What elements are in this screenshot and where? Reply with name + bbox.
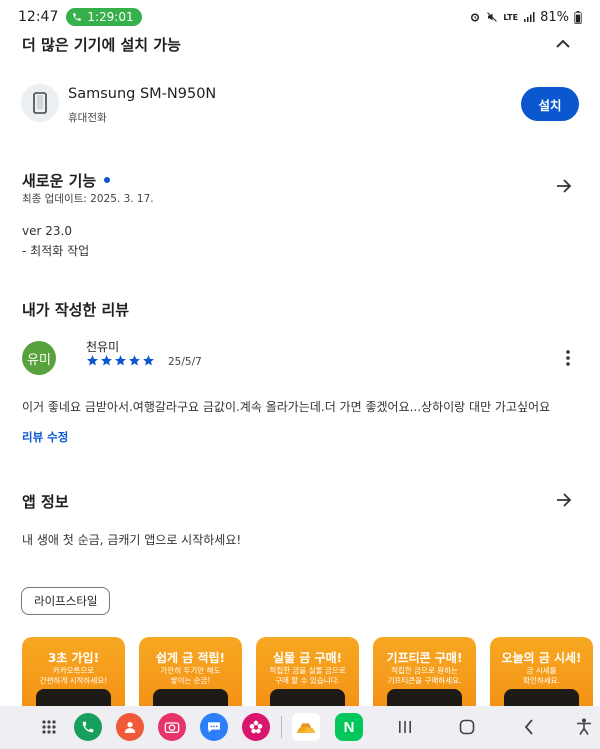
my-review-title: 내가 작성한 리뷰	[22, 301, 130, 319]
screenshot-card[interactable]: 기프티콘 구매! 적립한 금으로 원하는 기프티콘을 구매하세요.	[373, 637, 476, 717]
whats-new-label: 새로운 기능	[22, 172, 97, 190]
taskbar-divider	[281, 716, 282, 738]
call-timer-pill[interactable]: 1:29:01	[66, 8, 142, 26]
star-icon	[143, 355, 154, 366]
gallery-app-icon[interactable]	[242, 713, 270, 741]
screenshot-subtitle-line: 가만히 두기만 해도	[160, 666, 221, 675]
screenshot-title: 실물 금 구매!	[272, 651, 343, 665]
call-duration: 1:29:01	[87, 10, 134, 24]
install-button[interactable]: 설치	[521, 87, 579, 121]
person-glyph	[124, 722, 136, 733]
accessibility-button[interactable]	[572, 716, 596, 738]
screenshot-subtitle: 카카오톡으로 간편하게 시작하세요!	[22, 666, 125, 686]
app-info-arrow-button[interactable]	[553, 489, 575, 511]
network-label: LTE	[503, 12, 519, 22]
apps-grid-icon[interactable]	[35, 713, 63, 741]
naver-app-icon[interactable]: N	[335, 713, 363, 741]
screenshot-card[interactable]: 오늘의 금 시세! 금 시세를 확인하세요.	[490, 637, 593, 717]
star-icon	[115, 355, 126, 366]
screenshot-subtitle: 적립한 금을 실물 금으로 구매 할 수 있습니다.	[256, 666, 359, 686]
battery-percent: 81%	[540, 9, 569, 25]
alarm-icon	[471, 13, 480, 22]
mute-icon	[487, 12, 498, 22]
flower-glyph	[249, 720, 263, 734]
screenshot-subtitle: 금 시세를 확인하세요.	[490, 666, 593, 686]
last-updated: 최종 업데이트: 2025. 3. 17.	[22, 193, 154, 205]
screenshot-card[interactable]: 실물 금 구매! 적립한 금을 실물 금으로 구매 할 수 있습니다.	[256, 637, 359, 717]
messages-app-icon[interactable]	[200, 713, 228, 741]
contacts-app-icon[interactable]	[116, 713, 144, 741]
screenshot-title: 3초 가입!	[47, 651, 100, 665]
accessibility-icon	[577, 718, 591, 735]
camera-glyph	[164, 722, 180, 734]
arrow-right-icon	[557, 179, 572, 193]
back-button[interactable]	[517, 716, 541, 738]
camera-app-icon[interactable]	[158, 713, 186, 741]
review-more-button[interactable]	[560, 348, 576, 368]
back-icon	[524, 719, 533, 735]
screenshot-subtitle-line: 금 시세를	[526, 666, 557, 675]
version-text: ver 23.0	[22, 224, 72, 238]
more-vert-icon	[566, 350, 570, 366]
review-date: 25/5/7	[168, 356, 202, 368]
screenshot-subtitle-line: 적립한 금을 실물 금으로	[269, 666, 346, 675]
screenshot-subtitle-line: 카카오톡으로	[52, 666, 95, 675]
recents-icon	[399, 721, 411, 733]
whats-new-arrow-button[interactable]	[553, 175, 575, 197]
signal-icon	[524, 12, 535, 22]
screenshot-subtitle: 가만히 두기만 해도 쌓이는 순금!	[139, 666, 242, 686]
screenshot-carousel[interactable]: 3초 가입! 카카오톡으로 간편하게 시작하세요! 쉽게 금 적립! 가만히 두기…	[22, 637, 593, 717]
screenshot-title: 오늘의 금 시세!	[501, 651, 582, 665]
screenshot-subtitle-line: 쌓이는 순금!	[170, 676, 211, 685]
edit-review-link[interactable]: 리뷰 수정	[22, 429, 68, 445]
gold-app-icon[interactable]	[292, 713, 320, 741]
screenshot-title: 기프티콘 구매!	[386, 651, 463, 665]
app-info-title: 앱 정보	[22, 493, 69, 511]
release-notes: - 최적화 작업	[22, 244, 90, 258]
device-icon-container	[21, 84, 59, 122]
install-section-title: 더 많은 기기에 설치 가능	[22, 36, 181, 54]
recent-apps-button[interactable]	[393, 716, 417, 738]
app-description: 내 생애 첫 순금, 금캐기 앱으로 시작하세요!	[22, 533, 242, 547]
smartphone-icon	[33, 92, 47, 114]
collapse-button[interactable]	[554, 36, 572, 50]
status-icons: LTE 81%	[469, 10, 582, 25]
new-indicator-dot	[104, 176, 111, 183]
screenshot-subtitle-line: 구매 할 수 있습니다.	[275, 676, 340, 685]
phone-glyph	[82, 721, 94, 733]
star-icon	[87, 355, 98, 366]
status-bar: 12:47 1:29:01 LTE 81%	[0, 0, 600, 34]
star-rating	[86, 354, 155, 367]
category-chip[interactable]: 라이프스타일	[21, 587, 111, 615]
status-time: 12:47	[18, 9, 59, 25]
chevron-up-icon	[556, 39, 570, 48]
phone-icon	[73, 13, 82, 21]
review-text: 이거 좋네요 금받아서.여행갈라구요 금값이.계속 올라가는데.더 가면 좋겠어…	[22, 400, 551, 414]
screenshot-subtitle-line: 기프티콘을 구매하세요.	[387, 676, 462, 685]
phone-app-icon[interactable]	[74, 713, 102, 741]
battery-icon	[574, 10, 582, 24]
gold-bars-glyph	[296, 723, 316, 733]
reviewer-name: 천유미	[86, 340, 120, 354]
home-icon	[459, 719, 475, 735]
device-name: Samsung SM-N950N	[68, 86, 217, 102]
star-icon	[129, 355, 140, 366]
screenshot-card[interactable]: 3초 가입! 카카오톡으로 간편하게 시작하세요!	[22, 637, 125, 717]
whats-new-title: 새로운 기능	[22, 170, 111, 191]
grid-glyph	[42, 720, 56, 734]
screenshot-subtitle: 적립한 금으로 원하는 기프티콘을 구매하세요.	[373, 666, 476, 686]
screenshot-card[interactable]: 쉽게 금 적립! 가만히 두기만 해도 쌓이는 순금!	[139, 637, 242, 717]
screenshot-subtitle-line: 확인하세요.	[523, 676, 560, 685]
screenshot-subtitle-line: 간편하게 시작하세요!	[39, 676, 108, 685]
home-button[interactable]	[455, 716, 479, 738]
device-type: 휴대전화	[68, 112, 107, 124]
screenshot-title: 쉽게 금 적립!	[155, 651, 226, 665]
chat-glyph	[208, 722, 220, 733]
star-icon	[101, 355, 112, 366]
arrow-right-icon	[557, 493, 572, 507]
avatar: 유미	[22, 341, 56, 375]
screenshot-subtitle-line: 적립한 금으로 원하는	[391, 666, 458, 675]
